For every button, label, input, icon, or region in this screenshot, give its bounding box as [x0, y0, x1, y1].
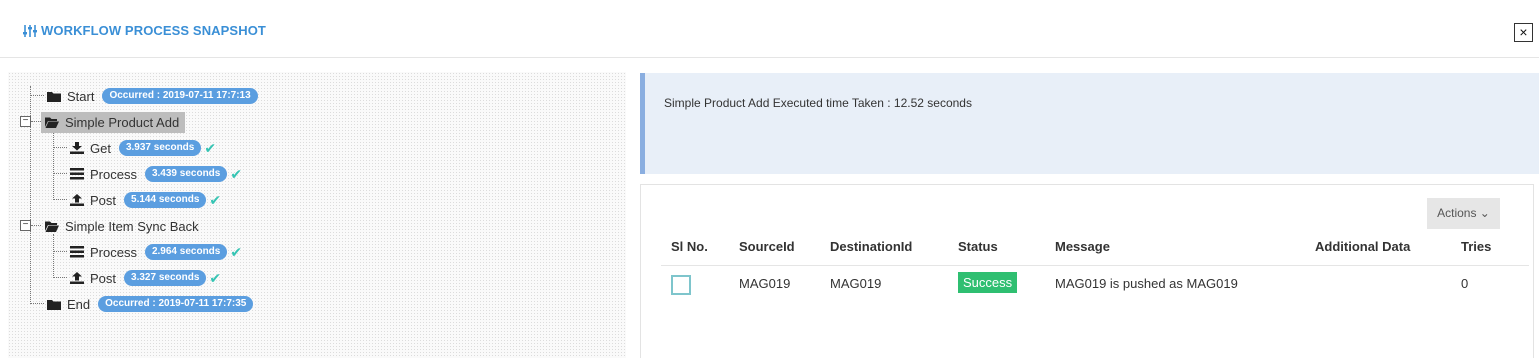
- upload-icon: [70, 194, 84, 206]
- message-cell: MAG019 is pushed as MAG019: [1055, 276, 1238, 291]
- tree-node-label: Post: [90, 192, 117, 208]
- check-icon: ✔: [204, 139, 217, 156]
- table-header: Sl No. SourceId DestinationId Status Mes…: [661, 229, 1529, 266]
- execution-summary-text: Simple Product Add Executed time Taken :…: [664, 96, 972, 110]
- folder-open-icon: [45, 116, 59, 128]
- tree-node-post[interactable]: Post 3.327 seconds ✔: [70, 267, 221, 289]
- duration-badge: 5.144 seconds: [124, 192, 207, 208]
- workflow-tree-panel: Start Occurred : 2019-07-11 17:7:13 − Si…: [8, 72, 626, 358]
- check-icon: ✔: [209, 191, 222, 208]
- destination-id-cell: MAG019: [830, 276, 882, 291]
- occurred-badge: Occurred : 2019-07-11 17:7:13: [102, 88, 258, 104]
- tree-node-label: Process: [90, 166, 137, 182]
- row-checkbox[interactable]: [671, 275, 691, 295]
- tries-cell: 0: [1461, 276, 1469, 291]
- tree-node-label: Simple Item Sync Back: [65, 218, 199, 234]
- duration-badge: 3.937 seconds: [118, 140, 202, 156]
- check-icon: ✔: [209, 269, 222, 286]
- download-icon: [70, 142, 84, 154]
- actions-dropdown-button[interactable]: Actions ⌄: [1427, 198, 1500, 229]
- column-header[interactable]: SourceId: [739, 239, 795, 254]
- column-header[interactable]: DestinationId: [830, 239, 912, 254]
- tree-node-process[interactable]: Process 2.964 seconds ✔: [70, 241, 242, 263]
- workflow-tree: Start Occurred : 2019-07-11 17:7:13 − Si…: [8, 72, 626, 358]
- tree-node-end[interactable]: End Occurred : 2019-07-11 17:7:35: [47, 293, 254, 315]
- collapse-toggle[interactable]: −: [20, 220, 31, 231]
- folder-icon: [47, 90, 61, 102]
- duration-badge: 2.964 seconds: [144, 244, 228, 260]
- duration-badge: 3.439 seconds: [144, 166, 228, 182]
- tree-node-label: Process: [90, 244, 137, 260]
- occurred-badge: Occurred : 2019-07-11 17:7:35: [98, 296, 254, 312]
- column-header[interactable]: Status: [958, 239, 998, 254]
- tree-node-label: Start: [67, 88, 95, 104]
- tree-node-get[interactable]: Get 3.937 seconds ✔: [70, 137, 216, 159]
- tree-node-label: Post: [90, 270, 117, 286]
- tree-node-label: End: [67, 296, 91, 312]
- close-button[interactable]: ×: [1514, 23, 1533, 42]
- check-icon: ✔: [230, 165, 243, 182]
- column-header[interactable]: Tries: [1461, 239, 1491, 254]
- tree-node-label: Get: [90, 140, 111, 156]
- tree-node-simple-product-add[interactable]: Simple Product Add: [41, 110, 186, 134]
- list-icon: [70, 168, 84, 180]
- folder-open-icon: [45, 220, 59, 232]
- upload-icon: [70, 272, 84, 284]
- dialog-title-text: WORKFLOW PROCESS SNAPSHOT: [41, 23, 266, 38]
- column-header[interactable]: Sl No.: [671, 239, 708, 254]
- source-id-cell: MAG019: [739, 276, 791, 291]
- sliders-icon: [22, 24, 38, 38]
- dialog-title: WORKFLOW PROCESS SNAPSHOT: [22, 23, 266, 38]
- status-badge: Success: [958, 272, 1018, 293]
- column-header[interactable]: Message: [1055, 239, 1110, 254]
- check-icon: ✔: [230, 243, 243, 260]
- tree-node-process[interactable]: Process 3.439 seconds ✔: [70, 163, 242, 185]
- column-header[interactable]: Additional Data: [1315, 239, 1410, 254]
- dialog-header: WORKFLOW PROCESS SNAPSHOT ×: [0, 0, 1539, 58]
- folder-icon: [47, 298, 61, 310]
- results-panel: Actions ⌄ Sl No. SourceId DestinationId …: [640, 184, 1534, 358]
- collapse-toggle[interactable]: −: [20, 116, 31, 127]
- tree-node-start[interactable]: Start Occurred : 2019-07-11 17:7:13: [47, 85, 258, 107]
- execution-summary: Simple Product Add Executed time Taken :…: [640, 73, 1539, 174]
- tree-node-label: Simple Product Add: [65, 114, 180, 130]
- tree-node-post[interactable]: Post 5.144 seconds ✔: [70, 189, 221, 211]
- duration-badge: 3.327 seconds: [124, 270, 207, 286]
- list-icon: [70, 246, 84, 258]
- tree-node-simple-item-sync-back[interactable]: Simple Item Sync Back: [45, 215, 199, 237]
